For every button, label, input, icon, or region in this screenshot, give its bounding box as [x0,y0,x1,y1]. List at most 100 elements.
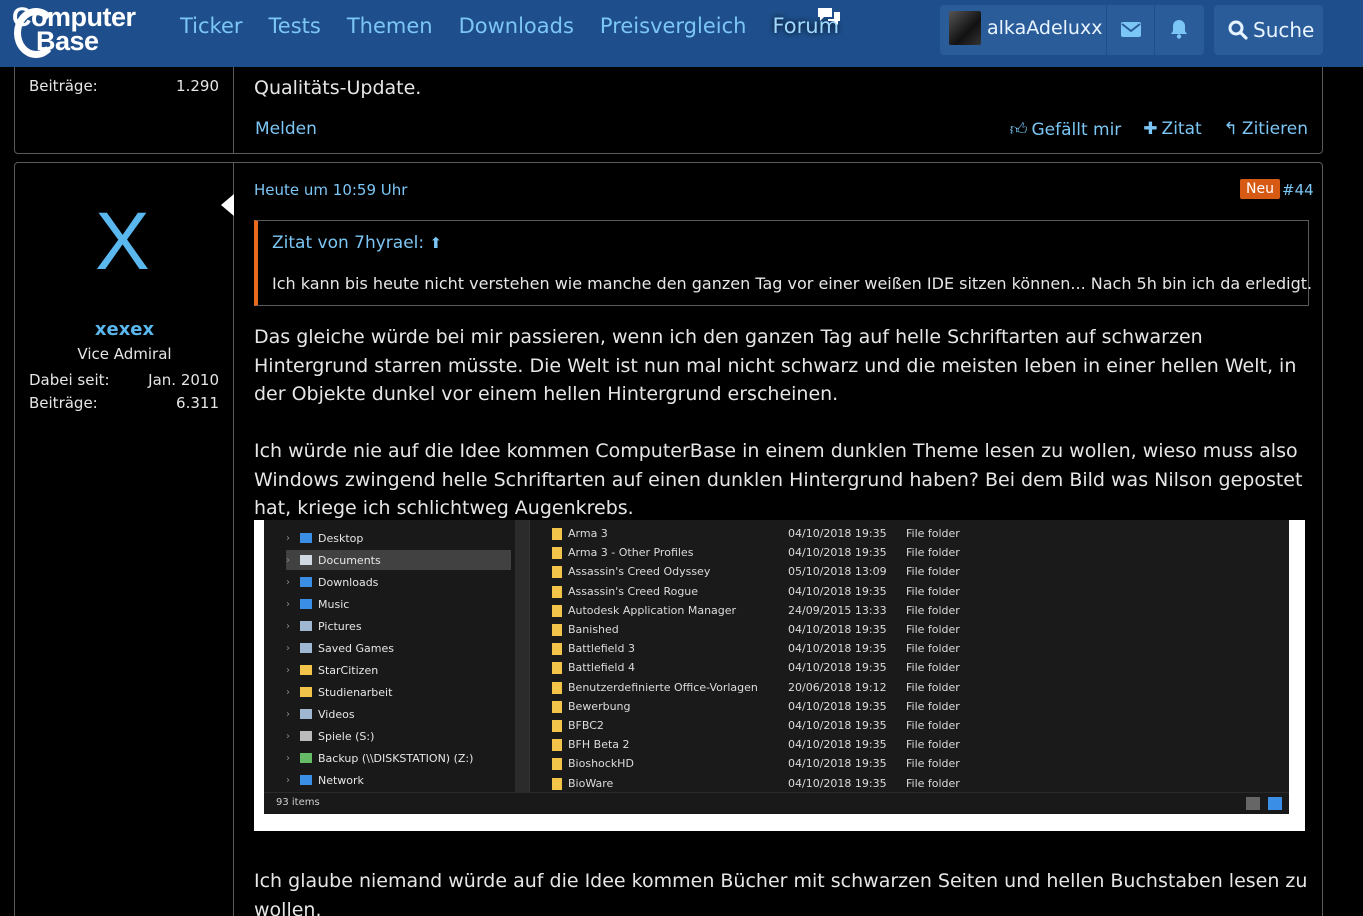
tree-item: › Network [286,770,511,790]
reply-label: Zitieren [1241,119,1308,139]
user-avatar[interactable] [949,11,981,45]
folder-icon [552,777,562,790]
posts-label: Beiträge: [29,394,98,412]
file-row: Bewerbung 04/10/2018 19:35 File folder [552,697,1252,716]
file-name: Bewerbung [568,699,631,713]
computerbase-logo[interactable]: Computer Base [12,2,162,62]
file-type: File folder [906,623,960,636]
folder-icon [300,731,312,741]
username-link[interactable]: alkaAdeluxx [987,17,1102,39]
file-date: 04/10/2018 19:35 [788,738,887,752]
item-count: 93 items [276,797,320,808]
folder-icon [300,555,312,565]
navigation-pane: › Desktop › Documents › Downloads › Music › Pictu… [264,520,529,792]
chevron-right-icon: › [286,686,290,698]
file-type: File folder [906,642,960,656]
like-button[interactable]: 👍︎ Gefällt mir [1010,119,1122,140]
file-name: Assassin's Creed Rogue [568,584,699,598]
logo-text-line2: Base [36,26,99,56]
file-type: File folder [906,738,960,752]
quote-button[interactable]: ✚ Zitat [1143,119,1201,140]
top-navbar: Computer Base Ticker Tests Themen Downlo… [0,0,1363,67]
file-row: Arma 3 - Other Profiles 04/10/2018 19:35 F… [552,543,1252,562]
file-row: BFH Beta 2 04/10/2018 19:35 File folder [552,735,1252,754]
reply-button[interactable]: ↰ Zitieren [1224,119,1308,140]
chevron-right-icon: › [286,730,290,742]
forum-post: X xexex Vice Admiral Dabei seit: Jan. 20… [14,162,1323,916]
file-name: Banished [568,623,619,636]
file-name: BFH Beta 2 [568,738,630,752]
file-type: File folder [906,680,960,694]
file-row: BFBC2 04/10/2018 19:35 File folder [552,716,1252,735]
folder-icon [552,643,562,656]
file-date: 04/10/2018 19:35 [788,661,887,675]
forum-chat-icon [818,8,840,25]
folder-icon [300,665,312,675]
quote-label: Zitat [1161,119,1202,139]
folder-icon [552,566,562,579]
report-link[interactable]: Melden [255,119,317,139]
file-row: Battlefield 4 04/10/2018 19:35 File folder [552,658,1252,677]
post-paragraph: Ich würde nie auf die Idee kommen Comput… [254,440,1303,519]
tree-item-label: Spiele (S:) [318,729,375,743]
post-timestamp[interactable]: Heute um 10:59 Uhr [254,181,407,199]
post-paragraph: Das gleiche würde bei mir passieren, wen… [254,326,1297,405]
quote-header[interactable]: Zitat von 7hyrael: ⬆ [272,233,442,253]
posts-value: 6.311 [176,394,219,412]
nav-preisvergleich[interactable]: Preisvergleich [600,14,747,38]
folder-icon [300,643,312,653]
file-name: BioshockHD [568,757,634,771]
file-date: 24/09/2015 13:33 [788,603,887,617]
post-number-link[interactable]: #44 [1282,181,1314,199]
nav-tests[interactable]: Tests [269,14,321,38]
chevron-right-icon: › [286,708,290,720]
search-button[interactable]: Suche [1214,5,1323,55]
chevron-right-icon: › [286,532,290,544]
arrow-up-circle-icon[interactable]: ⬆ [430,234,443,252]
file-date: 04/10/2018 19:35 [788,527,887,540]
file-list-scrollbar [1275,520,1289,792]
user-box-divider [1106,5,1107,55]
tree-item-label: Backup (\\DISKSTATION) (Z:) [318,751,474,765]
tree-item: › Backup (\\DISKSTATION) (Z:) [286,748,511,768]
file-type: File folder [906,699,960,713]
joined-value: Jan. 2010 [148,371,219,389]
tree-item-label: Documents [318,553,381,567]
tree-item-label: Videos [318,707,355,721]
user-menu: alkaAdeluxx [940,5,1204,55]
bell-icon[interactable] [1169,19,1189,39]
file-date: 04/10/2018 19:35 [788,642,887,656]
author-avatar[interactable]: X [95,195,150,289]
nav-downloads[interactable]: Downloads [459,14,574,38]
plus-icon: ✚ [1143,119,1158,139]
nav-themen[interactable]: Themen [347,14,433,38]
folder-icon [300,709,312,719]
file-row: BioshockHD 04/10/2018 19:35 File folder [552,754,1252,773]
posts-count-row: Beiträge: 1.290 [29,77,219,95]
author-name[interactable]: xexex [15,319,234,340]
file-date: 05/10/2018 13:09 [788,565,887,579]
file-row: Benutzerdefinierte Office-Vorlagen 20/06/… [552,678,1252,697]
quote-block: Zitat von 7hyrael: ⬆ Ich kann bis heute … [254,220,1312,306]
file-date: 04/10/2018 19:35 [788,719,887,732]
nav-ticker[interactable]: Ticker [180,14,243,38]
mail-icon[interactable] [1121,22,1141,37]
folder-icon [300,753,312,763]
author-rank: Vice Admiral [77,345,172,363]
file-date: 04/10/2018 19:35 [788,546,887,560]
explorer-window: › Desktop › Documents › Downloads › Music › Pictu… [264,520,1289,814]
post-body-text: Qualitäts-Update. [254,77,422,99]
file-date: 04/10/2018 19:35 [788,757,887,771]
folder-icon [552,739,562,752]
file-type: File folder [906,584,960,598]
user-box-divider [1154,5,1155,55]
search-icon [1228,20,1248,40]
file-type: File folder [906,757,960,771]
main-nav: Ticker Tests Themen Downloads Preisvergl… [180,14,865,38]
file-date: 04/10/2018 19:35 [788,584,887,598]
folder-icon [300,687,312,697]
folder-icon [552,624,562,636]
posts-count-row: Beiträge: 6.311 [29,394,219,412]
embedded-screenshot[interactable]: › Desktop › Documents › Downloads › Music › Pictu… [254,520,1305,831]
folder-icon [300,533,312,543]
